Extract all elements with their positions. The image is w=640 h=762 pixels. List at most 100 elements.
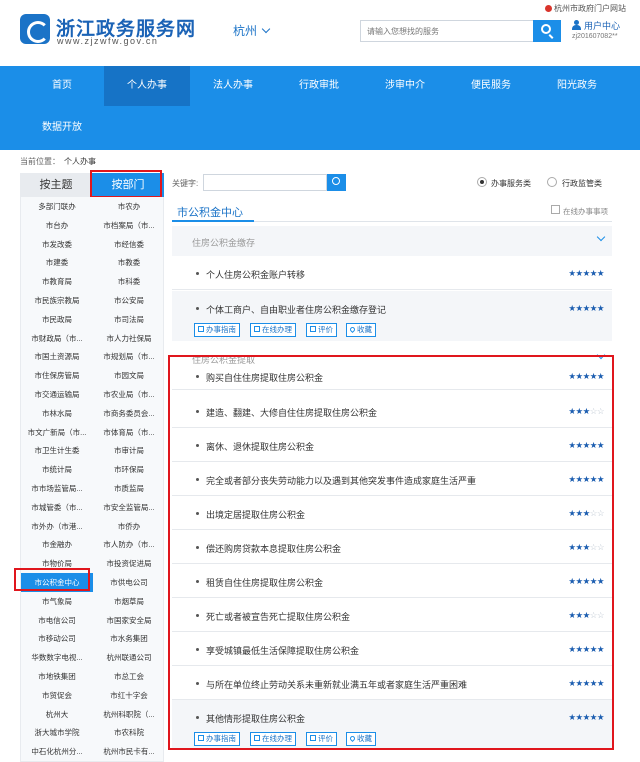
nav-item-open-government[interactable]: 阳光政务: [534, 66, 620, 106]
tab-by-topic[interactable]: 按主题: [20, 173, 92, 197]
department-item[interactable]: 市财政局（市...: [21, 329, 93, 348]
department-item[interactable]: 市林水局: [21, 404, 93, 423]
star-filled-icon: ★: [568, 268, 576, 278]
breadcrumb-current[interactable]: 个人办事: [64, 157, 96, 166]
department-item[interactable]: 市民政局: [21, 310, 93, 329]
online-apply-button[interactable]: 在线办理: [250, 323, 296, 337]
user-center-link[interactable]: 用户中心: [584, 19, 620, 32]
department-item[interactable]: 市发改委: [21, 235, 93, 254]
nav-item-corporate[interactable]: 法人办事: [190, 66, 276, 106]
department-item[interactable]: 市贸促会: [21, 686, 93, 705]
department-item[interactable]: 市台办: [21, 216, 93, 235]
department-item[interactable]: 市教委: [93, 253, 165, 272]
search-button[interactable]: [533, 20, 561, 42]
department-item[interactable]: 市城管委（市...: [21, 498, 93, 517]
service-name[interactable]: 个人住房公积金账户转移: [206, 268, 305, 281]
department-item[interactable]: 市交通运输局: [21, 385, 93, 404]
service-name[interactable]: 个体工商户、自由职业者住房公积金缴存登记: [206, 303, 386, 316]
department-item[interactable]: 市安全监管局...: [93, 498, 165, 517]
department-item[interactable]: 市人防办（市...: [93, 535, 165, 554]
online-only-checkbox[interactable]: [551, 205, 560, 214]
department-item[interactable]: 市投资促进局: [93, 554, 165, 573]
department-item[interactable]: 市卫生计生委: [21, 441, 93, 460]
department-item[interactable]: 市供电公司: [93, 573, 165, 592]
department-item[interactable]: 中石化杭州分...: [21, 742, 93, 761]
department-item[interactable]: 市体育局（市...: [93, 423, 165, 442]
department-item[interactable]: 市移动公司: [21, 629, 93, 648]
department-item[interactable]: 市农业局（市...: [93, 385, 165, 404]
department-item[interactable]: 市国土资源局: [21, 347, 93, 366]
search-input[interactable]: [360, 20, 533, 42]
department-item[interactable]: 市规划局（市...: [93, 347, 165, 366]
site-url: www.zjzwfw.gov.cn: [57, 36, 159, 46]
department-item[interactable]: 市文广新局（市...: [21, 423, 93, 442]
department-item[interactable]: 市质监局: [93, 479, 165, 498]
department-item[interactable]: 市农办: [93, 197, 165, 216]
department-item[interactable]: 市经信委: [93, 235, 165, 254]
keyword-input[interactable]: [203, 174, 327, 191]
department-item[interactable]: 市商务委员会...: [93, 404, 165, 423]
department-item[interactable]: 华数数字电视...: [21, 648, 93, 667]
rating-stars: ★★★★★: [568, 268, 604, 279]
department-item[interactable]: 杭州科职院（...: [93, 705, 165, 724]
department-item[interactable]: 市人力社保局: [93, 329, 165, 348]
action-label: 评价: [318, 325, 333, 334]
star-filled-icon: ★: [582, 268, 591, 278]
highlight-frame: [90, 170, 162, 198]
department-item[interactable]: 市住保房管局: [21, 366, 93, 385]
department-item[interactable]: 市红十字会: [93, 686, 165, 705]
city-selector[interactable]: 杭州: [233, 22, 271, 39]
department-item[interactable]: 市外办（市港...: [21, 517, 93, 536]
radio-service-label: 办事服务类: [491, 179, 531, 188]
chevron-down-icon[interactable]: [596, 232, 606, 242]
department-item[interactable]: 市公安局: [93, 291, 165, 310]
radio-service[interactable]: [477, 177, 487, 187]
nav-item-approval[interactable]: 行政审批: [276, 66, 362, 106]
department-item[interactable]: 市烟草局: [93, 592, 165, 611]
department-item[interactable]: 市市场监管局...: [21, 479, 93, 498]
department-item[interactable]: 杭州大: [21, 705, 93, 724]
department-item[interactable]: 市侨办: [93, 517, 165, 536]
nav-item-public-service[interactable]: 便民服务: [448, 66, 534, 106]
nav-item-open-data[interactable]: 数据开放: [20, 108, 104, 148]
header: 浙江政务服务网 www.zjzwfw.gov.cn 杭州 杭州市政府门户网站 用…: [0, 0, 640, 66]
rate-button[interactable]: 评价: [306, 323, 337, 337]
department-item[interactable]: 市电信公司: [21, 611, 93, 630]
department-item[interactable]: 杭州联通公司: [93, 648, 165, 667]
radio-supervision[interactable]: [547, 177, 557, 187]
guide-button[interactable]: 办事指南: [194, 323, 240, 337]
department-item[interactable]: 市教育局: [21, 272, 93, 291]
nav-item-personal[interactable]: 个人办事: [104, 66, 190, 106]
group-header-deposit[interactable]: 住房公积金缴存: [172, 226, 612, 256]
service-row[interactable]: 个人住房公积金账户转移 ★★★★★: [172, 256, 612, 290]
nav-item-intermediary[interactable]: 涉审中介: [362, 66, 448, 106]
keyword-search-button[interactable]: [327, 174, 346, 191]
department-list: 多部门联办 市农办 市台办 市档案局（市... 市发改委 市经信委 市建委 市教委 市教育局 市科…: [20, 197, 164, 762]
department-item[interactable]: 杭州市民卡有...: [93, 742, 165, 761]
department-item[interactable]: 市建委: [21, 253, 93, 272]
department-item[interactable]: 市环保局: [93, 460, 165, 479]
bullet-icon: [196, 307, 199, 310]
department-item[interactable]: 市农科院: [93, 723, 165, 742]
department-item[interactable]: 市司法局: [93, 310, 165, 329]
guide-icon: [198, 326, 204, 333]
breadcrumb-label: 当前位置：: [20, 157, 60, 166]
nav-item-home[interactable]: 首页: [20, 66, 104, 106]
portal-link[interactable]: 杭州市政府门户网站: [545, 3, 626, 14]
search-icon: [541, 24, 551, 34]
department-item[interactable]: 市审计局: [93, 441, 165, 460]
department-item[interactable]: 市水务集团: [93, 629, 165, 648]
department-item[interactable]: 市统计局: [21, 460, 93, 479]
department-item[interactable]: 市科委: [93, 272, 165, 291]
department-item[interactable]: 市档案局（市...: [93, 216, 165, 235]
department-item[interactable]: 市地铁集团: [21, 667, 93, 686]
department-item[interactable]: 市民族宗教局: [21, 291, 93, 310]
department-item[interactable]: 市园文局: [93, 366, 165, 385]
department-item[interactable]: 市金融办: [21, 535, 93, 554]
favorite-button[interactable]: 收藏: [346, 323, 376, 337]
department-item[interactable]: 市气象局: [21, 592, 93, 611]
department-item[interactable]: 市总工会: [93, 667, 165, 686]
department-item[interactable]: 多部门联办: [21, 197, 93, 216]
department-item[interactable]: 浙大城市学院: [21, 723, 93, 742]
department-item[interactable]: 市国家安全局: [93, 611, 165, 630]
